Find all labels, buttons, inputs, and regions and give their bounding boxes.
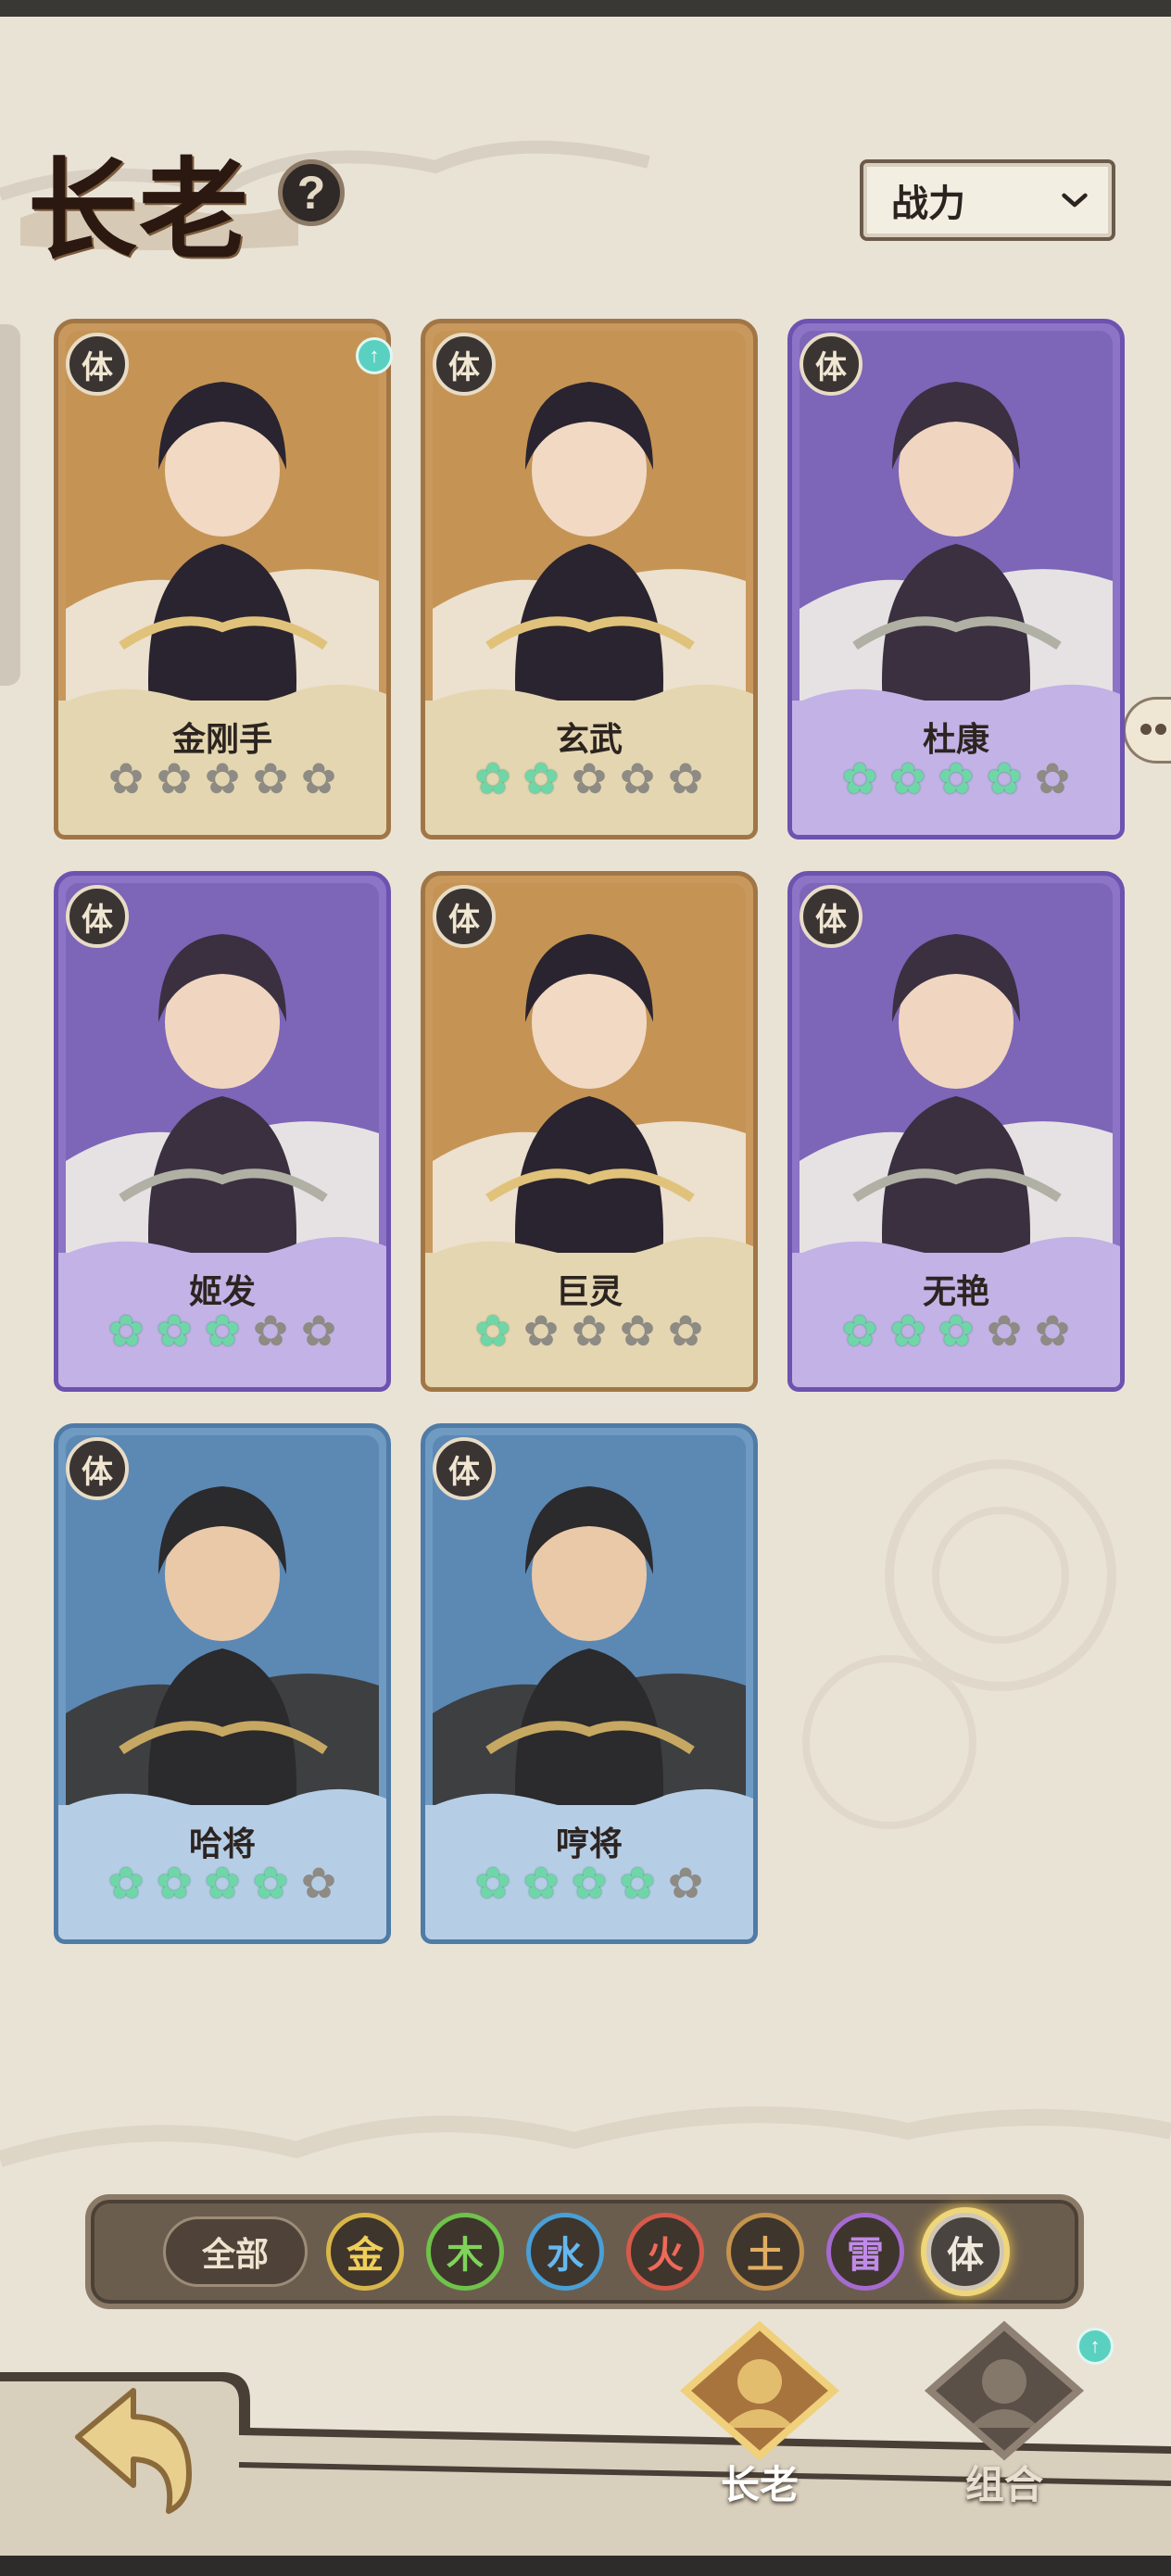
help-icon: ?: [296, 167, 326, 219]
star-rating: ✿ ✿ ✿ ✿ ✿: [792, 1309, 1120, 1352]
nav-tab-elders[interactable]: 长老: [667, 2317, 852, 2520]
back-button[interactable]: [59, 2372, 208, 2520]
star-empty-icon: ✿: [1034, 1307, 1071, 1355]
star-filled-icon: ✿: [107, 1307, 145, 1355]
star-filled-icon: ✿: [107, 1859, 145, 1907]
star-empty-icon: ✿: [619, 1307, 656, 1355]
top-status-strip: [0, 0, 1171, 17]
filter-element-3-button[interactable]: 水: [526, 2213, 604, 2291]
star-empty-icon: ✿: [619, 754, 656, 802]
filter-element-2-button[interactable]: 木: [426, 2213, 504, 2291]
star-filled-icon: ✿: [474, 1859, 511, 1907]
star-filled-icon: ✿: [841, 754, 878, 802]
star-rating: ✿ ✿ ✿ ✿ ✿: [58, 757, 386, 800]
star-empty-icon: ✿: [986, 1307, 1023, 1355]
nav-tab-combinations[interactable]: 组合: [912, 2317, 1097, 2520]
elder-emblem-icon: [679, 2320, 840, 2461]
filter-element-5-button[interactable]: 土: [726, 2213, 804, 2291]
star-filled-icon: ✿: [571, 1859, 608, 1907]
star-rating: ✿ ✿ ✿ ✿ ✿: [58, 1309, 386, 1352]
back-arrow-icon: [75, 2388, 192, 2514]
star-filled-icon: ✿: [474, 754, 511, 802]
filter-element-4-button[interactable]: 火: [626, 2213, 704, 2291]
star-rating: ✿ ✿ ✿ ✿ ✿: [792, 757, 1120, 800]
star-filled-icon: ✿: [889, 1307, 926, 1355]
star-filled-icon: ✿: [619, 1859, 656, 1907]
elder-card[interactable]: 体哈将 ✿ ✿ ✿ ✿ ✿: [54, 1423, 391, 1944]
page-title: 长老: [28, 145, 251, 274]
element-badge: 体: [800, 885, 863, 948]
star-filled-icon: ✿: [204, 1307, 241, 1355]
nav-tab-label: 组合: [964, 2463, 1043, 2507]
star-empty-icon: ✿: [300, 1307, 337, 1355]
nav-tab-label: 长老: [720, 2463, 799, 2507]
element-badge: 体: [433, 333, 496, 396]
element-badge: 体: [800, 333, 863, 396]
star-empty-icon: ✿: [252, 1307, 289, 1355]
star-empty-icon: ✿: [204, 754, 241, 802]
star-empty-icon: ✿: [571, 754, 608, 802]
star-empty-icon: ✿: [667, 1307, 704, 1355]
star-empty-icon: ✿: [252, 754, 289, 802]
group-emblem-icon: [924, 2320, 1085, 2461]
upgrade-arrow-icon: ↑: [356, 337, 393, 374]
star-filled-icon: ✿: [156, 1859, 193, 1907]
star-rating: ✿ ✿ ✿ ✿ ✿: [58, 1862, 386, 1904]
star-filled-icon: ✿: [204, 1859, 241, 1907]
star-empty-icon: ✿: [667, 1859, 704, 1907]
star-filled-icon: ✿: [252, 1859, 289, 1907]
star-filled-icon: ✿: [938, 754, 975, 802]
element-badge: 体: [66, 333, 129, 396]
elder-card[interactable]: 体哼将 ✿ ✿ ✿ ✿ ✿: [421, 1423, 758, 1944]
star-filled-icon: ✿: [986, 754, 1023, 802]
element-badge: 体: [433, 885, 496, 948]
elder-card[interactable]: 体杜康 ✿ ✿ ✿ ✿ ✿: [787, 319, 1125, 840]
element-badge: 体: [66, 885, 129, 948]
star-rating: ✿ ✿ ✿ ✿ ✿: [425, 757, 753, 800]
star-empty-icon: ✿: [300, 1859, 337, 1907]
help-button[interactable]: ?: [278, 159, 345, 226]
star-empty-icon: ✿: [107, 754, 145, 802]
star-rating: ✿ ✿ ✿ ✿ ✿: [425, 1862, 753, 1904]
bottom-system-strip: [0, 2556, 1171, 2576]
element-filter-bar: 全部 金木水火土雷体: [85, 2194, 1084, 2309]
star-empty-icon: ✿: [300, 754, 337, 802]
left-edge-handle[interactable]: [0, 324, 20, 686]
star-empty-icon: ✿: [667, 754, 704, 802]
right-edge-speech-tab[interactable]: [1123, 697, 1171, 764]
star-filled-icon: ✿: [889, 754, 926, 802]
filter-all-button[interactable]: 全部: [163, 2216, 308, 2287]
elder-card[interactable]: 体姬发 ✿ ✿ ✿ ✿ ✿: [54, 871, 391, 1392]
sort-dropdown-label: 战力: [891, 183, 965, 224]
element-badge: 体: [433, 1437, 496, 1500]
star-empty-icon: ✿: [156, 754, 193, 802]
upgrade-arrow-icon: ↑: [1077, 2328, 1114, 2365]
filter-element-7-button[interactable]: 体: [926, 2213, 1004, 2291]
star-filled-icon: ✿: [938, 1307, 975, 1355]
star-empty-icon: ✿: [571, 1307, 608, 1355]
elder-card[interactable]: 体玄武 ✿ ✿ ✿ ✿ ✿: [421, 319, 758, 840]
star-empty-icon: ✿: [1034, 754, 1071, 802]
star-filled-icon: ✿: [523, 754, 560, 802]
elder-card[interactable]: 体无艳 ✿ ✿ ✿ ✿ ✿: [787, 871, 1125, 1392]
sort-dropdown[interactable]: 战力: [860, 159, 1115, 241]
filter-element-6-button[interactable]: 雷: [826, 2213, 904, 2291]
star-filled-icon: ✿: [523, 1859, 560, 1907]
page-title-banner: 长老: [20, 116, 298, 274]
chevron-down-icon: [1062, 187, 1088, 213]
elder-card[interactable]: 体巨灵 ✿ ✿ ✿ ✿ ✿: [421, 871, 758, 1392]
star-filled-icon: ✿: [156, 1307, 193, 1355]
element-badge: 体: [66, 1437, 129, 1500]
star-rating: ✿ ✿ ✿ ✿ ✿: [425, 1309, 753, 1352]
filter-element-1-button[interactable]: 金: [326, 2213, 404, 2291]
star-empty-icon: ✿: [523, 1307, 560, 1355]
star-filled-icon: ✿: [474, 1307, 511, 1355]
star-filled-icon: ✿: [841, 1307, 878, 1355]
elder-card[interactable]: 体金刚手 ✿ ✿ ✿ ✿ ✿: [54, 319, 391, 840]
